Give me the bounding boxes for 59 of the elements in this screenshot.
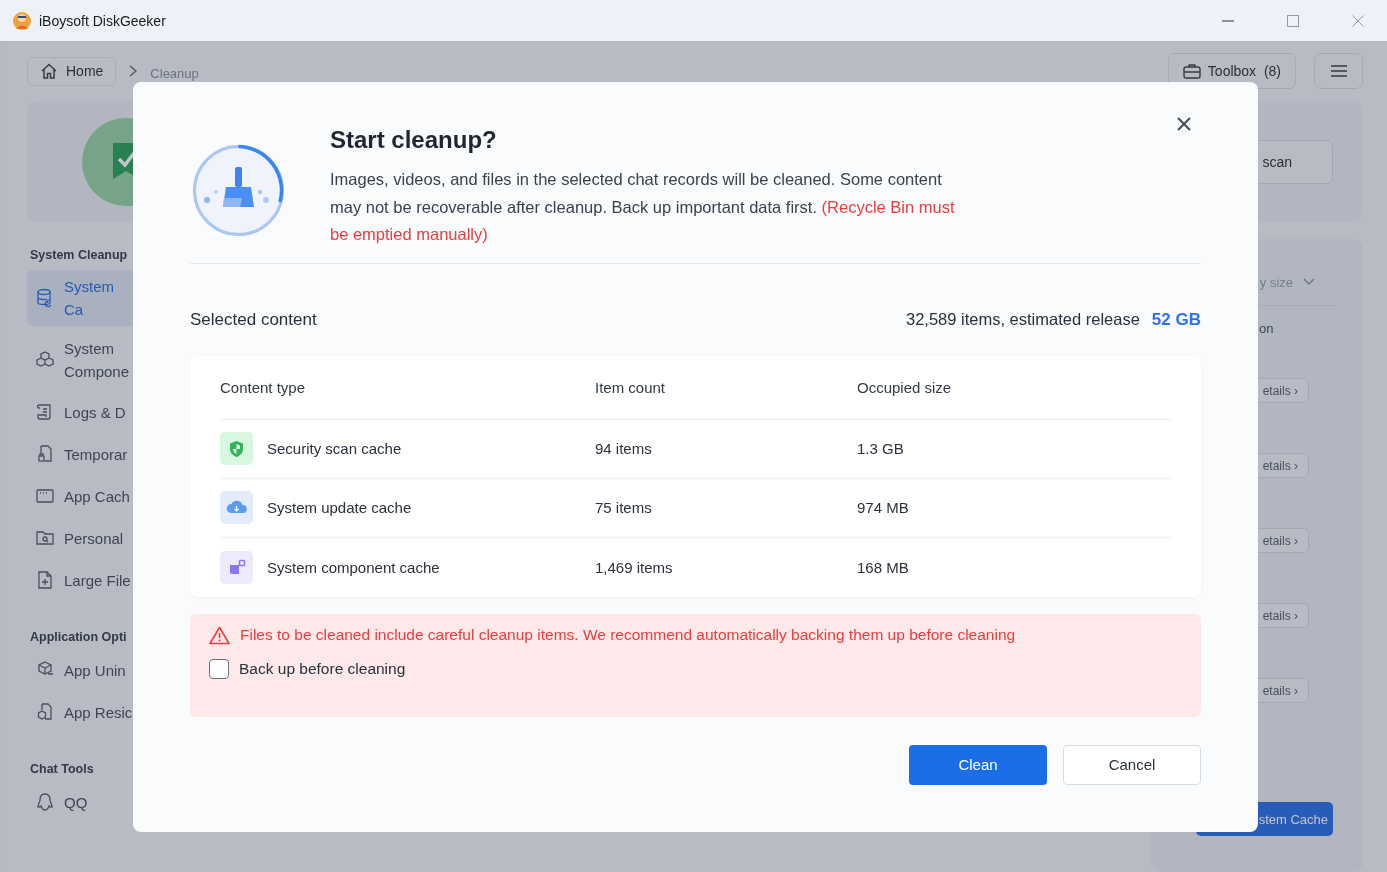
warning-icon	[209, 625, 230, 645]
section-title: Chat Tools	[30, 762, 95, 776]
toolbox-icon	[1182, 63, 1201, 79]
table-cell-text: 1,469 items	[595, 558, 674, 576]
clean-button[interactable]: Clean	[909, 744, 1047, 785]
dialog-title: Start cleanup?	[330, 126, 498, 154]
column-header: Occupied size	[857, 378, 953, 396]
column-header: Item count	[595, 378, 667, 396]
home-icon	[40, 62, 58, 80]
broom-icon	[190, 142, 287, 239]
close-icon	[1352, 14, 1364, 27]
menu-button[interactable]	[1314, 53, 1363, 89]
column-header: on	[1258, 321, 1275, 338]
sidebar-item[interactable]: App Resic	[27, 694, 167, 730]
message-text: Images, videos, and files in the selected chat records will be cleaned. Some content may not be recoverable after cleanup. Back up important data first. (Recycle Bin must be emptied manually)	[330, 169, 956, 245]
chevron-right-icon	[128, 65, 139, 77]
warning-text: Files to be cleaned include careful cleanup items. We recommend automatically backing them up before cleaning	[240, 626, 1016, 644]
section-label: Selected content	[190, 309, 317, 330]
sidebar-item[interactable]: App Cach	[27, 478, 167, 514]
window-icon	[35, 486, 55, 506]
sidebar-item[interactable]: QQ	[27, 784, 167, 820]
cloud-download-icon	[220, 491, 253, 524]
sidebar-item[interactable]: System Compone	[27, 332, 167, 388]
home-button[interactable]: Home	[27, 56, 117, 86]
table-cell: Security scan cache	[267, 440, 402, 457]
table-cell: System component cache	[267, 558, 440, 576]
sidebar-item[interactable]: Large File	[27, 562, 167, 598]
column-header: Content type	[220, 378, 307, 396]
menu-icon	[1329, 64, 1348, 78]
section-title: Application Opti	[30, 630, 128, 644]
file-lock-icon	[35, 444, 55, 464]
checkbox-label: Back up before cleaning	[239, 659, 406, 678]
sidebar-item[interactable]: Personal	[27, 520, 167, 556]
table-cell-text: 94 items	[595, 440, 653, 457]
table-cell-text: 1.3 GB	[857, 440, 905, 457]
close-icon	[1176, 115, 1192, 132]
file-plus-icon	[35, 570, 55, 590]
table-cell-text: 974 MB	[857, 499, 910, 516]
release-size: 52 GB	[1151, 309, 1201, 330]
table-cell-text: 75 items	[595, 499, 653, 516]
backup-checkbox[interactable]	[209, 658, 229, 679]
window-title: iBoysoft DiskGeeker	[39, 12, 167, 29]
section-title: System Cleanup	[30, 248, 129, 262]
summary-text: 32,589 items, estimated release	[905, 310, 1140, 329]
breadcrumb-current: Cleanup	[150, 65, 199, 81]
sidebar-item[interactable]: App Unin	[27, 652, 167, 688]
folder-search-icon	[35, 528, 55, 548]
penguin-icon	[35, 792, 55, 812]
sidebar-item[interactable]: Logs & D	[27, 394, 167, 430]
app-logo-icon	[12, 10, 32, 31]
cancel-button[interactable]: Cancel	[1063, 744, 1201, 785]
shield-icon	[220, 432, 253, 465]
sidebar-item[interactable]: Temporar	[27, 436, 167, 472]
component-icon	[220, 550, 253, 584]
table-cell: System update cache	[267, 499, 412, 516]
chevron-down-icon[interactable]	[1303, 278, 1315, 286]
file-cube-icon	[35, 702, 55, 722]
table-cell-text: 168 MB	[857, 558, 910, 576]
maximize-icon	[1287, 14, 1299, 27]
